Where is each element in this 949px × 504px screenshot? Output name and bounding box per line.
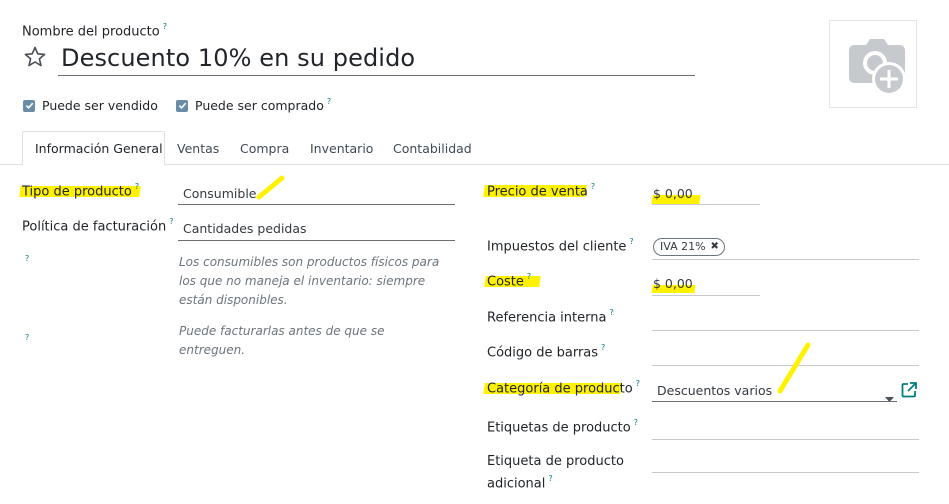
tab-contabilidad[interactable]: Contabilidad: [393, 141, 472, 156]
product-tags-label: Etiquetas de producto?: [487, 418, 638, 436]
invoice-policy-underline: [178, 240, 455, 241]
invoice-policy-select[interactable]: Cantidades pedidas: [183, 221, 307, 236]
tab-ventas[interactable]: Ventas: [177, 141, 219, 156]
tab-inventario[interactable]: Inventario: [310, 141, 373, 156]
can-be-sold-checkbox[interactable]: [23, 99, 35, 112]
can-be-purchased-label: Puede ser comprado?: [195, 97, 332, 114]
highlight-stroke: [772, 340, 816, 400]
invoice-help-text: Puede facturarlas antes de que se entreg…: [179, 324, 385, 357]
customer-taxes-label: Impuestos del cliente?: [487, 237, 634, 255]
sale-price-underline: [652, 204, 760, 205]
tax-tag: IVA 21% ✖: [653, 238, 725, 256]
category-select[interactable]: Descuentos varios: [657, 383, 772, 398]
close-icon[interactable]: ✖: [711, 239, 719, 255]
product-name-label: Nombre del producto?: [22, 22, 167, 40]
external-link-icon[interactable]: [900, 381, 918, 403]
product-image-placeholder[interactable]: [829, 20, 917, 108]
product-type-label: Tipo de producto?: [22, 182, 140, 200]
category-underline: [652, 401, 897, 402]
product-name-underline: [58, 75, 695, 76]
product-name-field[interactable]: Descuento 10% en su pedido: [61, 44, 415, 72]
category-label: Categoría de producto?: [487, 379, 640, 397]
internal-reference-label: Referencia interna?: [487, 308, 614, 326]
sale-price-field[interactable]: $ 0,00: [653, 186, 693, 201]
internal-reference-field[interactable]: [652, 330, 919, 331]
help-tooltip-mark[interactable]: ?: [163, 22, 167, 31]
can-be-sold-label: Puede ser vendido: [42, 98, 158, 113]
product-tags-field[interactable]: [652, 439, 919, 440]
cost-underline: [652, 295, 760, 296]
tab-compra[interactable]: Compra: [240, 141, 289, 156]
tab-label-informacion-general[interactable]: Información General: [35, 141, 163, 156]
favorite-star-icon[interactable]: [23, 45, 47, 69]
highlight-stroke: [254, 175, 288, 205]
can-be-purchased-checkbox[interactable]: [176, 99, 188, 112]
camera-plus-icon: [840, 37, 910, 101]
invoice-policy-label: Política de facturación?: [22, 217, 174, 235]
product-type-select[interactable]: Consumible: [183, 186, 256, 201]
barcode-label: Código de barras?: [487, 343, 606, 361]
check-icon: [25, 102, 33, 110]
can-be-purchased-checkbox-row[interactable]: Puede ser comprado?: [176, 97, 332, 114]
can-be-sold-checkbox-row[interactable]: Puede ser vendido: [23, 98, 158, 113]
cost-label: Coste?: [487, 272, 532, 290]
consumable-help-text: Los consumibles son productos físicos pa…: [179, 255, 440, 307]
product-type-underline: [178, 204, 455, 205]
check-icon: [178, 102, 186, 110]
customer-taxes-underline: [652, 259, 919, 260]
additional-tag-field[interactable]: [652, 472, 919, 473]
caret-down-icon[interactable]: [885, 388, 894, 407]
sale-price-label: Precio de venta?: [487, 182, 596, 200]
tax-tag-label: IVA 21%: [660, 240, 706, 253]
cost-field[interactable]: $ 0,00: [653, 276, 693, 291]
additional-tag-label: Etiqueta de producto adicional?: [487, 454, 624, 492]
